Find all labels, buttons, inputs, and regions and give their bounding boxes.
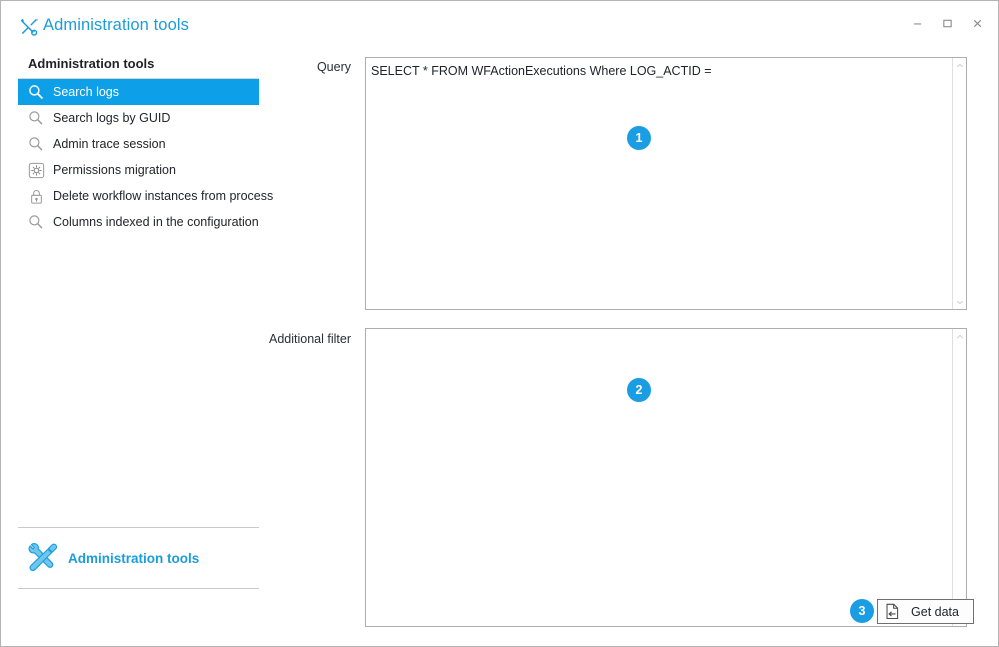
chevron-up-icon[interactable] — [953, 59, 966, 72]
sidebar: Administration tools Search logs Search … — [2, 45, 273, 646]
get-data-label: Get data — [911, 604, 959, 619]
search-icon — [26, 212, 46, 232]
document-import-icon — [884, 603, 901, 620]
additional-filter-scrollbar[interactable] — [952, 329, 966, 626]
search-icon — [26, 134, 46, 154]
title-bar: Administration tools — [1, 1, 998, 45]
sidebar-item-delete-workflow-instances[interactable]: Delete workflow instances from process — [18, 183, 273, 209]
query-input[interactable] — [366, 58, 952, 309]
gear-icon — [26, 160, 46, 180]
sidebar-item-label: Delete workflow instances from process — [53, 189, 274, 203]
query-scrollbar[interactable] — [952, 58, 966, 309]
chevron-up-icon[interactable] — [953, 330, 966, 343]
sidebar-item-search-logs-by-guid[interactable]: Search logs by GUID — [18, 105, 259, 131]
sidebar-item-permissions-migration[interactable]: Permissions migration — [18, 157, 259, 183]
minimize-icon[interactable] — [907, 14, 928, 33]
tools-crossed-icon — [24, 541, 62, 577]
sidebar-item-label: Admin trace session — [53, 137, 166, 151]
get-data-button[interactable]: Get data — [877, 599, 974, 624]
callout-badge-1: 1 — [627, 126, 651, 150]
callout-badge-3: 3 — [850, 599, 874, 623]
main-content: Query 1 Additional filter — [259, 45, 998, 646]
sidebar-item-columns-indexed[interactable]: Columns indexed in the configuration — [18, 209, 259, 235]
callout-badge-2: 2 — [627, 378, 651, 402]
additional-filter-label: Additional filter — [269, 332, 351, 346]
sidebar-item-label: Search logs by GUID — [53, 111, 171, 125]
footer-divider-top — [18, 527, 259, 528]
maximize-icon[interactable] — [937, 14, 958, 33]
tools-crossed-icon — [17, 16, 41, 38]
sidebar-header: Administration tools — [28, 56, 155, 71]
query-textbox[interactable] — [365, 57, 967, 310]
sidebar-footer: Administration tools — [18, 527, 259, 589]
close-icon[interactable] — [967, 14, 988, 33]
sidebar-item-label: Search logs — [53, 85, 120, 99]
footer-label: Administration tools — [68, 551, 200, 566]
sidebar-nav-list: Search logs Search logs by GUID Admin tr… — [18, 79, 273, 235]
administration-tools-window: Administration tools Administration tool… — [0, 0, 999, 647]
sidebar-item-admin-trace-session[interactable]: Admin trace session — [18, 131, 259, 157]
search-icon — [26, 108, 46, 128]
lock-icon — [26, 186, 46, 206]
chevron-down-icon[interactable] — [953, 295, 966, 308]
sidebar-item-label: Permissions migration — [53, 163, 176, 177]
window-controls — [907, 14, 988, 33]
query-label: Query — [316, 60, 351, 74]
additional-filter-textbox[interactable] — [365, 328, 967, 627]
footer-divider-bottom — [18, 588, 259, 589]
search-icon — [26, 82, 46, 102]
sidebar-item-label: Columns indexed in the configuration — [53, 215, 259, 229]
window-title: Administration tools — [43, 16, 189, 34]
sidebar-item-search-logs[interactable]: Search logs — [18, 79, 259, 105]
additional-filter-input[interactable] — [366, 329, 952, 626]
